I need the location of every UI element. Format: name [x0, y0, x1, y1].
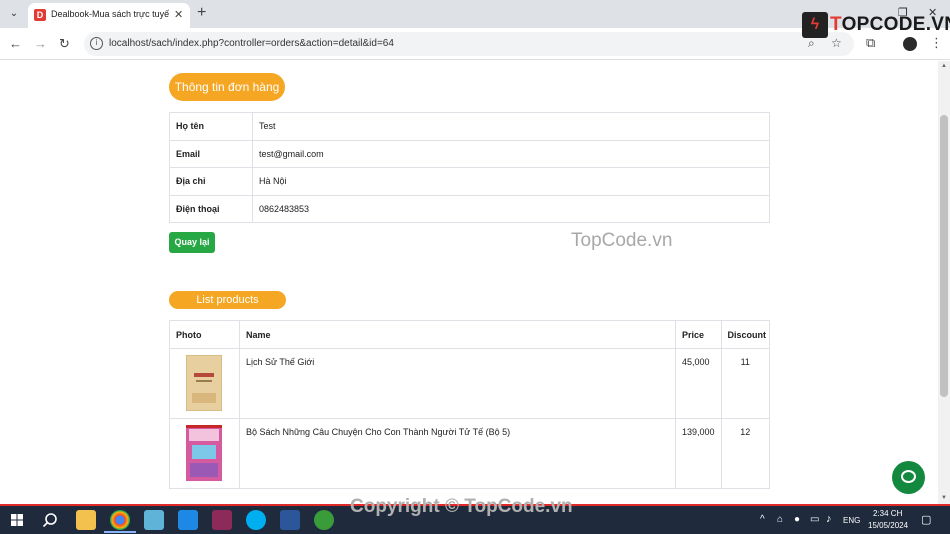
table-row: Lịch Sử Thế Giới 45,000 11 [169, 348, 771, 419]
notifications-icon[interactable]: ▢ [921, 513, 931, 526]
info-value: 0862483853 [252, 194, 770, 223]
new-tab-icon[interactable]: + [197, 4, 206, 22]
browser-tab[interactable]: D Dealbook-Mua sách trực tuyến ✕ [28, 3, 190, 28]
book-cover-image [185, 354, 223, 412]
product-price: 139,000 [675, 418, 722, 489]
product-photo-cell [169, 348, 240, 419]
column-header-discount: Discount [720, 320, 771, 349]
meet-now-icon[interactable]: ⌂ [777, 514, 783, 525]
product-name: Lịch Sử Thế Giới [239, 348, 676, 419]
copyright-watermark: Copyright © TopCode.vn [350, 496, 573, 517]
scroll-thumb[interactable] [940, 115, 948, 397]
info-row: Họ tên Test [169, 112, 770, 141]
order-info-table: Họ tên Test Email test@gmail.com Địa chỉ Hà N… [169, 112, 770, 223]
profile-avatar[interactable] [903, 37, 917, 51]
photos-icon[interactable] [144, 510, 164, 530]
product-photo-cell [169, 418, 240, 489]
extensions-icon[interactable]: ⧉ [866, 35, 875, 51]
favicon-icon: D [34, 9, 46, 21]
logo-text: TOPCODE.VN [830, 14, 950, 35]
forward-arrow-icon[interactable]: → [34, 36, 47, 51]
book-box-image [186, 425, 222, 481]
page-scrollbar[interactable]: ▲ ▼ [938, 61, 950, 504]
info-value: test@gmail.com [252, 139, 770, 168]
info-value: Test [252, 112, 770, 141]
info-row: Địa chỉ Hà Nội [169, 167, 770, 196]
bookmark-star-icon[interactable]: ☆ [831, 36, 842, 50]
product-discount: 11 [720, 348, 771, 419]
back-arrow-icon[interactable]: ← [9, 36, 22, 51]
chrome-icon[interactable] [110, 510, 130, 530]
column-header-name: Name [239, 320, 676, 349]
info-row: Email test@gmail.com [169, 139, 770, 168]
chat-button[interactable] [892, 461, 925, 494]
windows-start-icon[interactable] [11, 514, 23, 526]
products-table: Photo Name Price Discount Lịch Sử Thế Gi… [169, 320, 771, 489]
column-header-photo: Photo [169, 320, 240, 349]
search-icon[interactable] [42, 512, 58, 528]
products-heading: List products [169, 291, 286, 309]
tab-close-icon[interactable]: ✕ [174, 8, 183, 21]
reload-icon[interactable]: ↻ [59, 36, 70, 52]
clock-time[interactable]: 2:34 CH [873, 509, 902, 518]
tray-chevron-icon[interactable]: ^ [760, 514, 765, 525]
chat-bubble-icon [901, 470, 916, 483]
url-text[interactable]: localhost/sach/index.php?controller=orde… [109, 38, 394, 49]
menu-icon[interactable]: ⋮ [930, 35, 943, 51]
product-name: Bộ Sách Những Câu Chuyện Cho Con Thành N… [239, 418, 676, 489]
tab-search-icon[interactable]: ⌄ [5, 5, 23, 23]
info-label: Điện thoại [169, 194, 253, 223]
network-icon[interactable]: ▭ [810, 514, 819, 525]
active-app-indicator [104, 531, 136, 533]
back-button[interactable]: Quay lại [169, 232, 215, 253]
scroll-up-icon[interactable]: ▲ [941, 63, 947, 69]
file-explorer-icon[interactable] [76, 510, 96, 530]
network-app-icon[interactable] [178, 510, 198, 530]
skype-icon[interactable] [246, 510, 266, 530]
info-value: Hà Nội [252, 167, 770, 196]
logo-icon: ϟ [802, 12, 828, 38]
volume-icon[interactable]: ♪ [826, 513, 832, 525]
info-label: Họ tên [169, 112, 253, 141]
watermark: TopCode.vn [571, 230, 673, 251]
table-row: Bộ Sách Những Câu Chuyện Cho Con Thành N… [169, 418, 771, 489]
app-icon[interactable] [212, 510, 232, 530]
product-price: 45,000 [675, 348, 722, 419]
column-header-price: Price [675, 320, 722, 349]
page-content: Thông tin đơn hàng Họ tên Test Email test@g… [0, 61, 938, 504]
zoom-icon[interactable]: ⌕ [808, 36, 815, 51]
address-bar[interactable]: i localhost/sach/index.php?controller=or… [84, 32, 854, 56]
language-indicator[interactable]: ENG [843, 516, 860, 525]
site-info-icon[interactable]: i [90, 37, 103, 50]
info-label: Địa chỉ [169, 167, 253, 196]
microphone-icon[interactable]: ● [794, 514, 800, 525]
info-row: Điện thoại 0862483853 [169, 194, 770, 223]
scroll-down-icon[interactable]: ▼ [941, 495, 947, 501]
hs-app-icon[interactable] [314, 510, 334, 530]
info-label: Email [169, 139, 253, 168]
tab-title: Dealbook-Mua sách trực tuyến [51, 9, 169, 19]
clock-date[interactable]: 15/05/2024 [868, 521, 908, 530]
product-discount: 12 [720, 418, 771, 489]
order-info-heading: Thông tin đơn hàng [169, 73, 285, 101]
word-icon[interactable] [280, 510, 300, 530]
